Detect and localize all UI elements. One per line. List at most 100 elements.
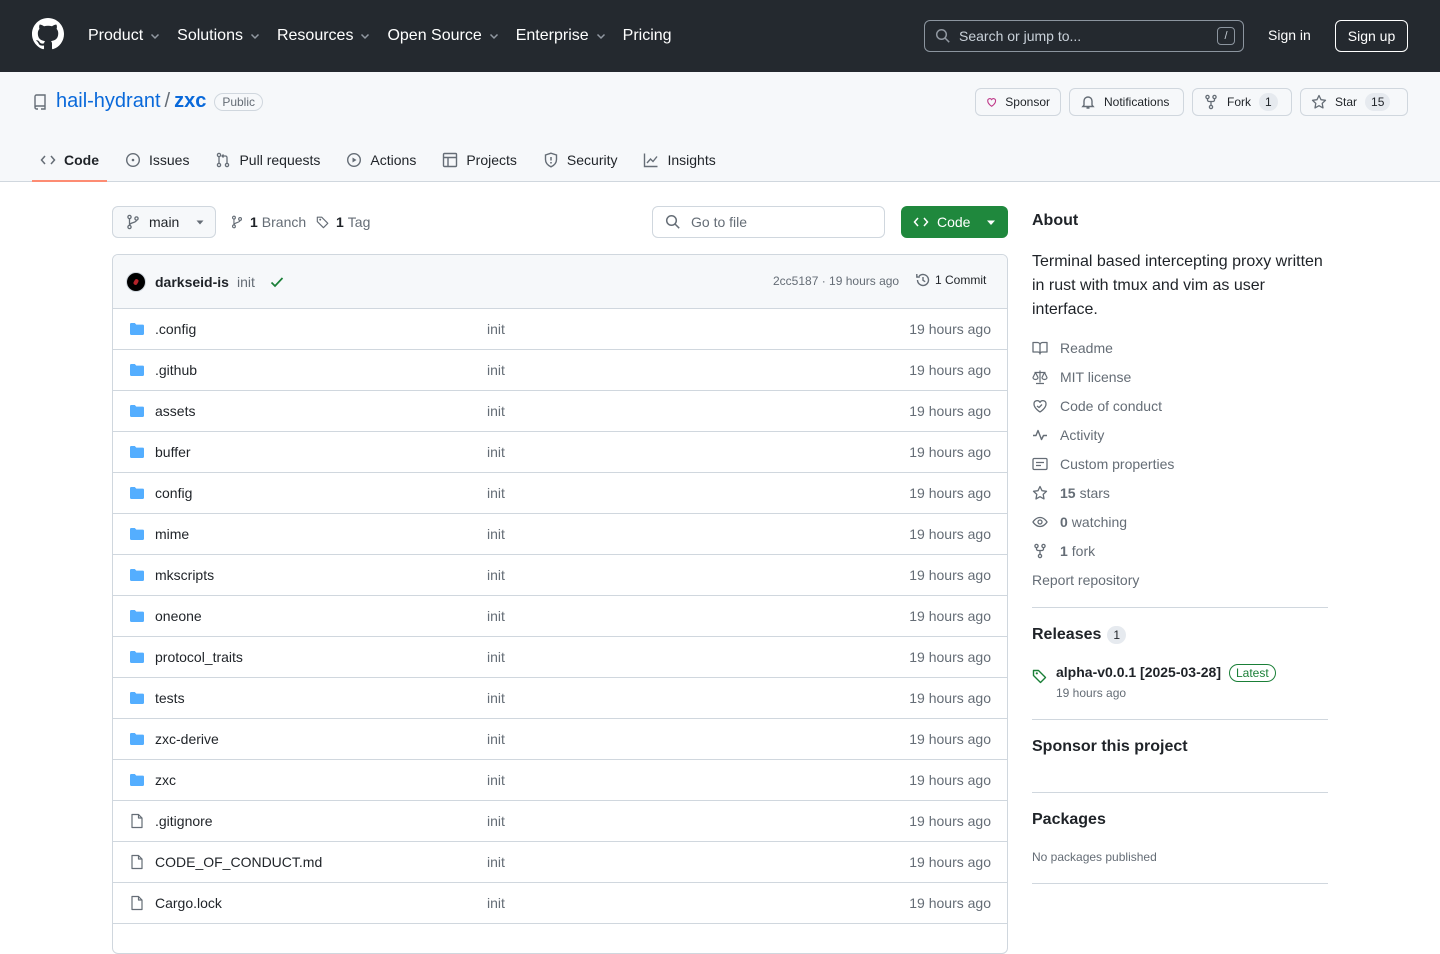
file-name-link[interactable]: .config [155, 321, 196, 337]
nav-enterprise[interactable]: Enterprise [516, 27, 607, 45]
tab-projects[interactable]: Projects [434, 140, 525, 180]
notifications-button[interactable]: Notifications [1069, 88, 1184, 116]
nav-product[interactable]: Product [88, 27, 161, 45]
tab-label: Insights [667, 152, 716, 168]
report-repository-link[interactable]: Report repository [1032, 572, 1139, 588]
branch-name: main [149, 214, 180, 230]
file-commit-message-link[interactable]: init [487, 649, 505, 665]
nav-open-source[interactable]: Open Source [387, 27, 499, 45]
bell-icon [1081, 96, 1095, 109]
file-name-link[interactable]: Cargo.lock [155, 895, 222, 911]
table-row[interactable]: .config init 19 hours ago [113, 309, 1007, 350]
table-row[interactable]: assets init 19 hours ago [113, 391, 1007, 432]
global-nav: Product Solutions Resources Open Source … [88, 0, 688, 72]
repo-name-link[interactable]: zxc [174, 90, 206, 113]
code-of-conduct-link[interactable]: Code of conduct [1032, 398, 1162, 414]
sponsor-button[interactable]: Sponsor [975, 88, 1061, 116]
file-name-link[interactable]: assets [155, 403, 195, 419]
table-row[interactable]: Cargo.lock init 19 hours ago [113, 883, 1007, 924]
file-commit-message-link[interactable]: init [487, 608, 505, 624]
table-row[interactable]: tests init 19 hours ago [113, 678, 1007, 719]
tab-insights[interactable]: Insights [635, 140, 723, 180]
table-row[interactable]: .gitignore init 19 hours ago [113, 801, 1007, 842]
file-name-link[interactable]: mkscripts [155, 567, 214, 583]
license-link[interactable]: MIT license [1032, 369, 1131, 385]
file-name-link[interactable]: zxc [155, 772, 176, 788]
table-row[interactable]: oneone init 19 hours ago [113, 596, 1007, 637]
tab-code[interactable]: Code [32, 140, 107, 182]
commit-sha-time[interactable]: 2cc5187 · 19 hours ago [773, 274, 899, 288]
check-icon[interactable] [269, 274, 285, 290]
file-commit-message-link[interactable]: init [487, 362, 505, 378]
tags-link[interactable]: 1 Tag [316, 214, 370, 230]
tab-actions[interactable]: Actions [338, 140, 424, 180]
table-row[interactable]: mkscripts init 19 hours ago [113, 555, 1007, 596]
table-row[interactable]: zxc init 19 hours ago [113, 760, 1007, 801]
watchers-link[interactable]: 0 watching [1032, 514, 1127, 530]
fork-button[interactable]: Fork 1 [1192, 88, 1292, 116]
commit-history-link[interactable]: 1 Commit [915, 272, 986, 288]
table-row[interactable]: .github init 19 hours ago [113, 350, 1007, 391]
avatar[interactable] [126, 272, 146, 292]
sidebar-divider [1032, 719, 1328, 720]
code-dropdown-button[interactable]: Code [901, 206, 1008, 238]
branch-selector-button[interactable]: main [112, 206, 216, 238]
github-logo-icon[interactable] [32, 18, 64, 50]
tab-pull-requests[interactable]: Pull requests [207, 140, 328, 180]
star-button[interactable]: Star 15 [1300, 88, 1408, 116]
file-name-link[interactable]: config [155, 485, 192, 501]
file-commit-message-link[interactable]: init [487, 321, 505, 337]
file-name-link[interactable]: mime [155, 526, 189, 542]
packages-heading[interactable]: Packages [1032, 811, 1106, 829]
tab-label: Issues [149, 152, 190, 168]
file-commit-message-link[interactable]: init [487, 895, 505, 911]
file-name-link[interactable]: buffer [155, 444, 191, 460]
file-name-link[interactable]: protocol_traits [155, 649, 243, 665]
file-commit-message-link[interactable]: init [487, 731, 505, 747]
sign-in-link[interactable]: Sign in [1268, 27, 1311, 43]
table-row[interactable]: protocol_traits init 19 hours ago [113, 637, 1007, 678]
readme-link[interactable]: Readme [1032, 340, 1113, 356]
forks-link[interactable]: 1 fork [1032, 543, 1095, 559]
file-name-link[interactable]: .github [155, 362, 197, 378]
file-commit-message-link[interactable]: init [487, 690, 505, 706]
commit-message-link[interactable]: init [237, 274, 255, 290]
table-row[interactable]: mime init 19 hours ago [113, 514, 1007, 555]
commit-author-link[interactable]: darkseid-is [155, 274, 229, 290]
table-row[interactable]: buffer init 19 hours ago [113, 432, 1007, 473]
tab-issues[interactable]: Issues [117, 140, 197, 180]
file-name-link[interactable]: CODE_OF_CONDUCT.md [155, 854, 322, 870]
table-row[interactable]: CODE_OF_CONDUCT.md init 19 hours ago [113, 842, 1007, 883]
file-commit-age: 19 hours ago [909, 895, 991, 911]
tab-security[interactable]: Security [535, 140, 626, 180]
nav-pricing[interactable]: Pricing [623, 27, 672, 45]
file-commit-message-link[interactable]: init [487, 485, 505, 501]
file-commit-message-link[interactable]: init [487, 526, 505, 542]
branches-link[interactable]: 1 Branch [230, 214, 306, 230]
file-commit-message-link[interactable]: init [487, 403, 505, 419]
file-name-link[interactable]: .gitignore [155, 813, 213, 829]
releases-heading[interactable]: Releases 1 [1032, 626, 1127, 644]
search-shortcut-key: / [1217, 27, 1235, 45]
go-to-file-input[interactable]: Go to file [652, 206, 885, 238]
stars-link[interactable]: 15 stars [1032, 485, 1110, 501]
table-row[interactable]: config init 19 hours ago [113, 473, 1007, 514]
nav-resources[interactable]: Resources [277, 27, 371, 45]
file-name-link[interactable]: oneone [155, 608, 202, 624]
release-name[interactable]: alpha-v0.0.1 [2025-03-28] [1056, 664, 1221, 680]
file-commit-message-link[interactable]: init [487, 854, 505, 870]
file-commit-message-link[interactable]: init [487, 567, 505, 583]
nav-solutions[interactable]: Solutions [177, 27, 261, 45]
table-row[interactable]: zxc-derive init 19 hours ago [113, 719, 1007, 760]
activity-link[interactable]: Activity [1032, 427, 1104, 443]
sign-up-button[interactable]: Sign up [1335, 20, 1408, 52]
file-name-link[interactable]: tests [155, 690, 185, 706]
custom-properties-link[interactable]: Custom properties [1032, 456, 1174, 472]
fork-count: 1 [1259, 93, 1278, 111]
repo-owner-link[interactable]: hail-hydrant [56, 90, 161, 113]
file-commit-message-link[interactable]: init [487, 813, 505, 829]
file-commit-message-link[interactable]: init [487, 444, 505, 460]
file-commit-message-link[interactable]: init [487, 772, 505, 788]
file-name-link[interactable]: zxc-derive [155, 731, 219, 747]
global-search-input[interactable]: Search or jump to... / [924, 20, 1244, 52]
